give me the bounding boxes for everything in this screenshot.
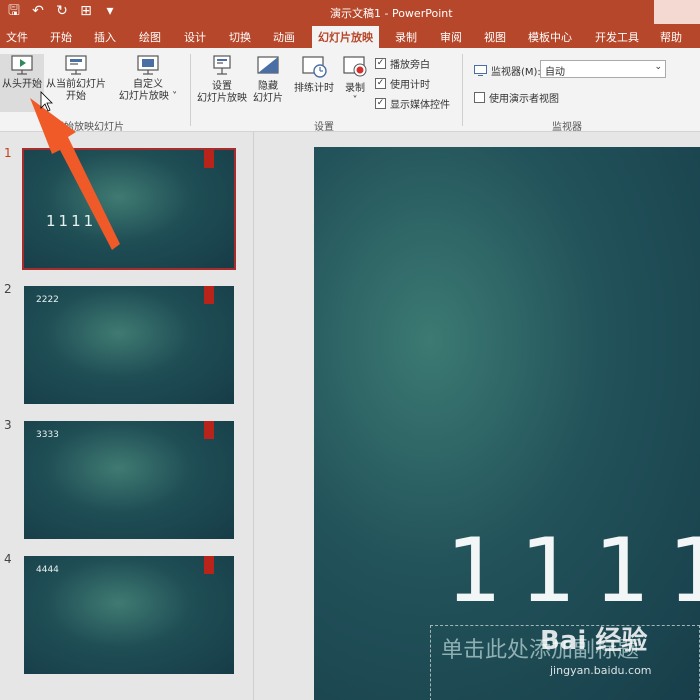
document-title: 演示文稿1 - PowerPoint (330, 7, 453, 20)
setup-label-2: 幻灯片放映 (197, 93, 247, 104)
watermark-url: jingyan.baidu.com (550, 664, 652, 677)
slide-editor: 1111 单击此处添加副标题 (255, 132, 700, 700)
use-timings-checkbox[interactable]: ✓ 使用计时 (375, 76, 430, 91)
hide-label-2: 幻灯片 (253, 93, 283, 104)
hide-slide-button[interactable]: 隐藏 幻灯片 (250, 54, 286, 105)
watermark-brand: Bai 经验 (540, 626, 648, 656)
slide-accent-bar (204, 286, 214, 304)
slide-accent-bar (204, 150, 214, 168)
search-box[interactable] (654, 0, 700, 24)
from-start-button[interactable]: 从头开始 (0, 54, 44, 112)
record-dropdown-arrow[interactable]: ˅ (340, 95, 370, 107)
custom-show-label-2: 幻灯片放映 ˅ (118, 91, 178, 102)
rehearse-timings-button[interactable]: 排练计时 (290, 54, 338, 95)
tab-design[interactable]: 设计 (184, 29, 206, 45)
slide-thumbnail-title: 2222 (36, 295, 59, 305)
slide-thumbnail-title: 1111 (46, 212, 97, 230)
custom-show-icon (137, 55, 159, 75)
tab-developer[interactable]: 开发工具 (595, 29, 639, 45)
tab-draw[interactable]: 绘图 (139, 29, 161, 45)
slide-accent-bar (204, 421, 214, 439)
group-label-start: 开始放映幻灯片 (54, 122, 124, 133)
monitor-label: 监视器(M): (491, 67, 541, 78)
slide-number: 1 (4, 146, 12, 160)
record-label: 录制 (345, 83, 365, 94)
tab-record[interactable]: 录制 (395, 29, 417, 45)
checkbox-unchecked-icon (474, 92, 485, 103)
checkbox-checked-icon: ✓ (375, 78, 386, 89)
use-timings-label: 使用计时 (390, 80, 430, 91)
rehearse-timer-icon (302, 56, 327, 78)
slide-number: 3 (4, 418, 12, 432)
custom-show-label-1: 自定义 (133, 79, 163, 90)
presenter-view-label: 使用演示者视图 (489, 94, 559, 105)
tab-template-center[interactable]: 模板中心 (528, 29, 572, 45)
slide-number: 4 (4, 552, 12, 566)
tab-transitions[interactable]: 切换 (229, 29, 251, 45)
slide-thumbnail-2[interactable]: 2222 (24, 286, 234, 404)
hide-label-1: 隐藏 (258, 81, 278, 92)
tab-home[interactable]: 开始 (50, 29, 72, 45)
group-label-monitor: 监视器 (552, 122, 582, 133)
slide-number: 2 (4, 282, 12, 296)
slide-thumbnail-title: 4444 (36, 565, 59, 575)
tab-file[interactable]: 文件 (6, 29, 28, 45)
title-bar: 🖫 ↶ ↻ ⊞ ▾ 演示文稿1 - PowerPoint (0, 0, 700, 24)
checkbox-checked-icon: ✓ (375, 98, 386, 109)
ribbon-tabs: 文件 开始 插入 绘图 设计 切换 动画 幻灯片放映 录制 审阅 视图 模板中心… (0, 24, 700, 48)
group-separator (462, 54, 463, 126)
save-icon[interactable]: 🖫 (6, 3, 22, 19)
tab-help[interactable]: 帮助 (660, 29, 682, 45)
monitor-select-value: 自动 (545, 67, 565, 78)
tab-insert[interactable]: 插入 (94, 29, 116, 45)
custom-slide-show-button[interactable]: 自定义 幻灯片放映 ˅ (114, 54, 182, 103)
slide-thumbnail-pane: 1 1111 2 2222 3 3333 4 4444 (0, 132, 254, 700)
from-start-label: 从头开始 (2, 79, 42, 90)
tab-view[interactable]: 视图 (484, 29, 506, 45)
record-icon (343, 56, 367, 77)
monitor-label-row: 监视器(M): (474, 63, 541, 78)
customize-qat-icon[interactable]: ▾ (102, 3, 118, 19)
baidu-watermark: Bai 经验 jingyan.baidu.com (540, 620, 700, 700)
quick-access-toolbar: 🖫 ↶ ↻ ⊞ ▾ (6, 3, 118, 19)
current-slide[interactable]: 1111 单击此处添加副标题 (314, 147, 700, 700)
group-label-setup: 设置 (314, 122, 334, 133)
presenter-view-checkbox[interactable]: 使用演示者视图 (474, 90, 559, 105)
monitor-select[interactable]: 自动 ⌄ (540, 60, 666, 78)
slide-thumbnail-3[interactable]: 3333 (24, 421, 234, 539)
redo-icon[interactable]: ↻ (54, 3, 70, 19)
show-media-controls-label: 显示媒体控件 (390, 100, 450, 111)
current-slide-icon (65, 55, 87, 75)
ribbon: 从头开始 从当前幻灯片 开始 自定义 幻灯片放映 ˅ 开始放映幻灯片 设置 幻灯… (0, 48, 700, 133)
slide-title[interactable]: 1111 (446, 519, 700, 622)
setup-label-1: 设置 (212, 81, 232, 92)
tab-review[interactable]: 审阅 (440, 29, 462, 45)
from-current-label-1: 从当前幻灯片 (46, 79, 106, 90)
slide-thumbnail-1[interactable]: 1111 (22, 148, 236, 270)
hide-slide-icon (257, 56, 279, 74)
play-narrations-label: 播放旁白 (390, 60, 430, 71)
undo-icon[interactable]: ↶ (30, 3, 46, 19)
show-media-controls-checkbox[interactable]: ✓ 显示媒体控件 (375, 96, 450, 111)
setup-slide-show-button[interactable]: 设置 幻灯片放映 (194, 54, 250, 105)
present-icon[interactable]: ⊞ (78, 3, 94, 19)
checkbox-checked-icon: ✓ (375, 58, 386, 69)
rehearse-label: 排练计时 (294, 83, 334, 94)
record-button[interactable]: 录制 ˅ (340, 54, 370, 107)
from-current-slide-button[interactable]: 从当前幻灯片 开始 (44, 54, 108, 103)
play-slide-icon (11, 55, 33, 75)
group-separator (190, 54, 191, 126)
slide-accent-bar (204, 556, 214, 574)
setup-show-icon (213, 55, 231, 75)
slide-thumbnail-4[interactable]: 4444 (24, 556, 234, 674)
play-narrations-checkbox[interactable]: ✓ 播放旁白 (375, 56, 430, 71)
monitor-icon (474, 65, 487, 76)
from-current-label-2: 开始 (66, 91, 86, 102)
tab-slide-show[interactable]: 幻灯片放映 (312, 26, 379, 48)
tab-animations[interactable]: 动画 (273, 29, 295, 45)
chevron-down-icon: ⌄ (654, 62, 662, 72)
slide-thumbnail-title: 3333 (36, 430, 59, 440)
